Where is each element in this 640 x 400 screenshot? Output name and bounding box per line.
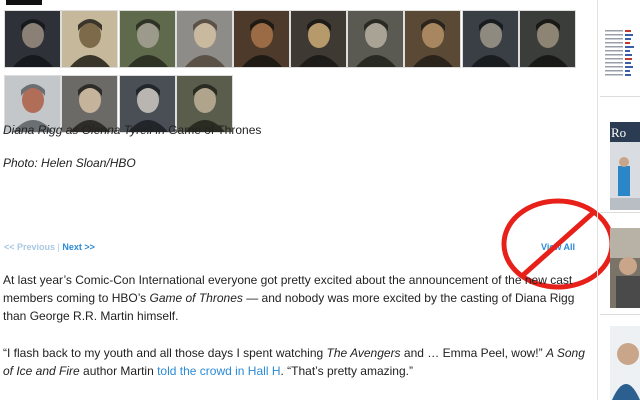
article-paragraph-1: At last year’s Comic-Con International e… (3, 271, 598, 325)
thumbnail-photo (234, 11, 289, 67)
article-paragraph-2: “I flash back to my youth and all those … (3, 344, 598, 380)
caption-as: as (62, 123, 82, 137)
gallery-thumbnail[interactable] (61, 10, 118, 68)
thumbnail-photo (520, 11, 575, 67)
thumbnail-photo (405, 11, 460, 67)
gallery-pager: << Previous | Next >> (4, 242, 95, 252)
p2-text-c: author Martin (79, 364, 158, 378)
hall-h-link[interactable]: told the crowd in Hall H (157, 364, 280, 378)
caption-show: Game of Thrones (168, 123, 262, 137)
active-thumb-indicator (6, 0, 42, 5)
gallery-thumbnail[interactable] (519, 10, 576, 68)
sidebar-ad-image[interactable]: Ro (610, 122, 640, 210)
thumbnail-photo (177, 11, 232, 67)
sidebar-rule (600, 212, 640, 213)
sidebar-divider (597, 0, 598, 400)
p2-text-d: . “That’s pretty amazing.” (280, 364, 413, 378)
gallery-thumbnail[interactable] (4, 10, 61, 68)
previous-link: << Previous (4, 242, 56, 252)
gallery-thumbnail[interactable] (462, 10, 519, 68)
photo-credit: Photo: Helen Sloan/HBO (3, 156, 136, 170)
caption-in: in (152, 123, 169, 137)
p2-text-b: and … Emma Peel, wow!” (400, 346, 546, 360)
p1-show-title: Game of Thrones (149, 291, 243, 305)
sidebar-story-image-2[interactable] (610, 326, 640, 400)
gallery-thumbnail[interactable] (119, 10, 176, 68)
caption-role: Olenna Tyrell (81, 123, 153, 137)
gallery-thumbnail[interactable] (290, 10, 347, 68)
thumbnail-photo (120, 11, 175, 67)
thumbnail-photo (62, 11, 117, 67)
p2-text-a: “I flash back to my youth and all those … (3, 346, 327, 360)
gallery-thumbnail[interactable] (176, 10, 233, 68)
p2-title-avengers: The Avengers (326, 346, 401, 360)
next-link[interactable]: Next >> (62, 242, 95, 252)
gallery-thumbnail[interactable] (347, 10, 404, 68)
sidebar-story-image[interactable] (610, 228, 640, 308)
thumbnail-photo (348, 11, 403, 67)
thumbnail-photo (291, 11, 346, 67)
photo-caption: Diana Rigg as Olenna Tyrell in Game of T… (3, 123, 261, 137)
thumbnail-photo (5, 11, 60, 67)
sidebar-chart-graphic (603, 0, 640, 86)
sidebar-rule (600, 314, 640, 315)
thumbnail-photo (463, 11, 518, 67)
sidebar-ad-text: Ro (611, 125, 626, 140)
caption-actor: Diana Rigg (3, 123, 63, 137)
gallery-thumbnail[interactable] (233, 10, 290, 68)
sidebar-rule (600, 96, 640, 97)
gallery-thumbnail[interactable] (404, 10, 461, 68)
